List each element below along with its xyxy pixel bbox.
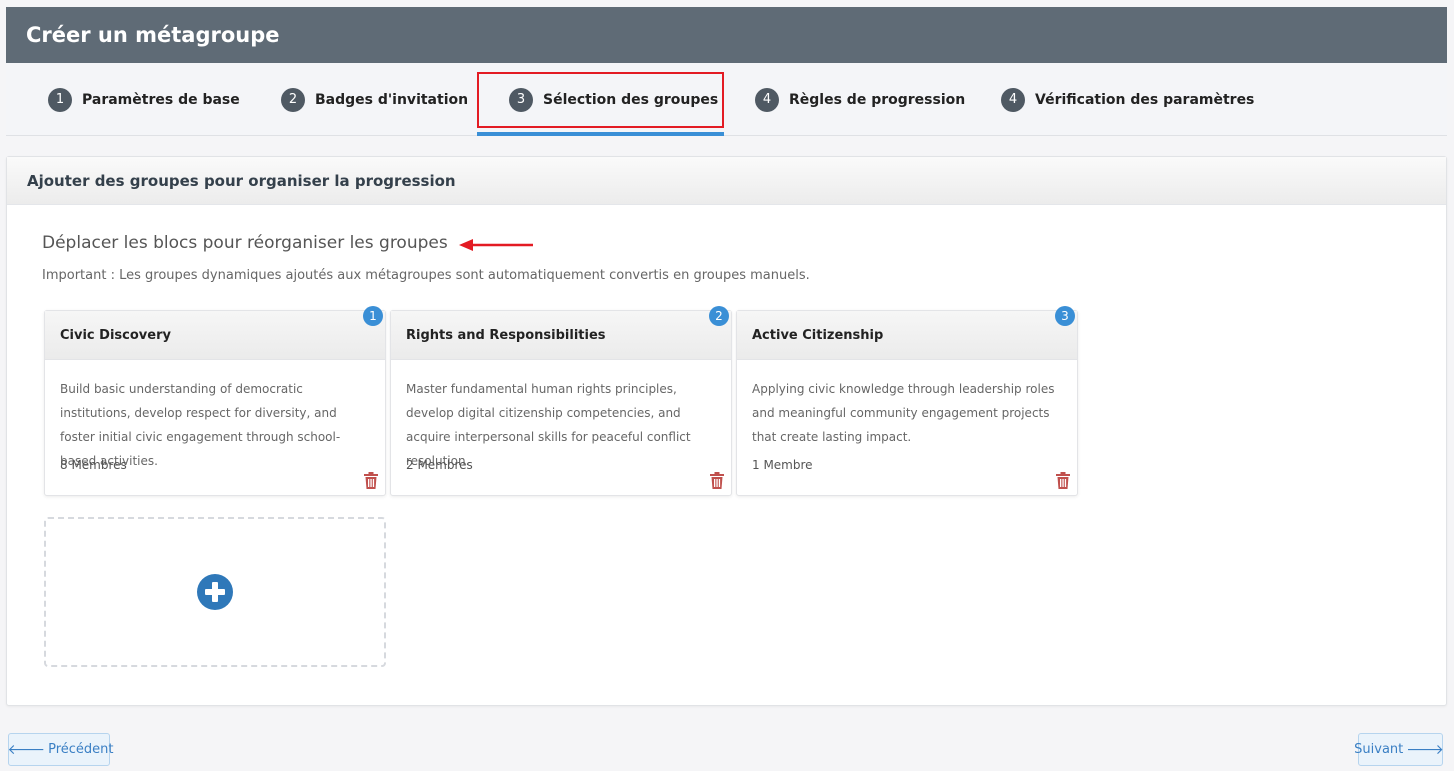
- group-description: Master fundamental human rights principl…: [406, 382, 691, 468]
- step-progression-rules[interactable]: 4 Règles de progression: [755, 63, 965, 136]
- next-button[interactable]: Suivant 🡒: [1354, 733, 1444, 766]
- trash-icon[interactable]: [1056, 472, 1070, 489]
- step-number: 2: [281, 87, 305, 112]
- active-step-underline: [477, 132, 724, 136]
- next-label: Suivant: [1354, 742, 1404, 757]
- trash-icon[interactable]: [364, 472, 378, 489]
- group-name: Rights and Responsibilities: [391, 311, 731, 360]
- step-number: 1: [48, 87, 72, 112]
- step-label: Sélection des groupes: [543, 91, 719, 108]
- panel-title: Ajouter des groupes pour organiser la pr…: [7, 157, 1446, 205]
- group-description: Build basic understanding of democratic …: [60, 382, 341, 468]
- groups-panel: Ajouter des groupes pour organiser la pr…: [6, 156, 1447, 706]
- step-basic-settings[interactable]: 1 Paramètres de base: [48, 63, 240, 136]
- step-number: 3: [509, 87, 533, 112]
- arrow-left-icon: 🡐: [7, 742, 46, 758]
- step-label: Vérification des paramètres: [1035, 91, 1255, 108]
- group-card[interactable]: 2 Rights and Responsibilities Master fun…: [390, 306, 732, 496]
- step-number: 4: [1001, 87, 1025, 112]
- step-number: 4: [755, 87, 779, 112]
- group-card[interactable]: 3 Active Citizenship Applying civic know…: [736, 306, 1078, 496]
- arrow-right-icon: 🡒: [1406, 742, 1444, 758]
- group-order-badge: 2: [709, 306, 729, 326]
- group-member-count: 2 Membres: [406, 458, 473, 472]
- important-note: Important : Les groupes dynamiques ajout…: [42, 268, 810, 283]
- group-member-count: 1 Membre: [752, 458, 813, 472]
- trash-icon[interactable]: [710, 472, 724, 489]
- step-invitation-badges[interactable]: 2 Badges d'invitation: [281, 63, 468, 136]
- previous-label: Précédent: [48, 742, 114, 757]
- group-description: Applying civic knowledge through leaders…: [752, 382, 1055, 444]
- group-member-count: 8 Membres: [60, 458, 127, 472]
- previous-button[interactable]: 🡐 Précédent: [7, 733, 114, 766]
- step-group-selection[interactable]: 3 Sélection des groupes: [509, 63, 718, 136]
- wizard-steps: 1 Paramètres de base 2 Badges d'invitati…: [6, 63, 1447, 136]
- group-order-badge: 1: [363, 306, 383, 326]
- plus-circle-icon: [197, 574, 233, 610]
- step-label: Paramètres de base: [82, 91, 240, 108]
- wizard-container: Créer un métagroupe 1 Paramètres de base…: [6, 7, 1447, 136]
- group-order-badge: 3: [1055, 306, 1075, 326]
- left-arrow-icon: [459, 239, 533, 251]
- add-group-button[interactable]: [44, 517, 386, 667]
- page-title: Créer un métagroupe: [6, 7, 1447, 63]
- step-settings-verification[interactable]: 4 Vérification des paramètres: [1001, 63, 1254, 136]
- group-card[interactable]: 1 Civic Discovery Build basic understand…: [44, 306, 386, 496]
- step-label: Badges d'invitation: [315, 91, 469, 108]
- group-name: Civic Discovery: [45, 311, 385, 360]
- reorder-instruction: Déplacer les blocs pour réorganiser les …: [42, 233, 448, 253]
- group-name: Active Citizenship: [737, 311, 1077, 360]
- step-label: Règles de progression: [789, 91, 966, 108]
